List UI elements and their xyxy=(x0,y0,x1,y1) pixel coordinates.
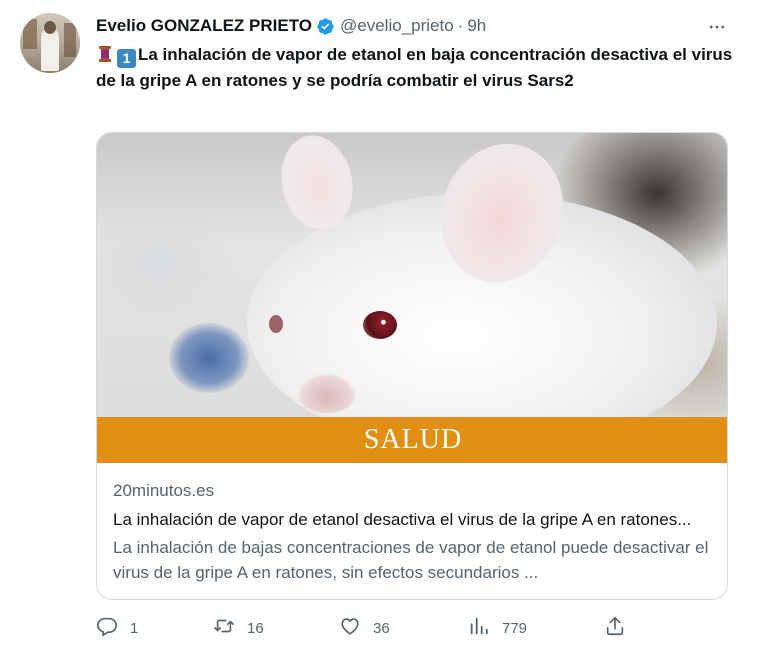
views-chart-icon xyxy=(468,615,490,641)
retweet-button[interactable]: 16 xyxy=(213,614,264,642)
retweet-icon xyxy=(213,615,235,641)
card-banner: SALUD xyxy=(97,417,727,463)
tweet-header: Evelio GONZALEZ PRIETO @evelio_prieto · … xyxy=(96,14,486,38)
photo-mouse-nose xyxy=(297,373,357,413)
link-card[interactable]: SALUD 20minutos.es La inhalación de vapo… xyxy=(96,132,728,600)
views-count: 779 xyxy=(502,619,528,637)
views-button[interactable]: 779 xyxy=(468,614,527,642)
photo-mouse-eye xyxy=(363,311,397,339)
avatar[interactable] xyxy=(20,13,80,73)
tweet-body: La inhalación de vapor de etanol en baja… xyxy=(96,45,733,90)
reply-count: 1 xyxy=(130,619,139,637)
share-icon xyxy=(604,615,626,641)
thread-emoji-icon xyxy=(96,45,114,63)
avatar-background-right xyxy=(64,23,76,57)
heart-icon xyxy=(339,615,361,641)
card-photo xyxy=(97,133,727,453)
like-button[interactable]: 36 xyxy=(339,614,390,642)
separator-dot: · xyxy=(457,16,464,35)
card-description: La inhalación de bajas concentraciones d… xyxy=(113,538,709,582)
tweet: Evelio GONZALEZ PRIETO @evelio_prieto · … xyxy=(0,0,768,660)
photo-blue-object xyxy=(169,323,249,393)
avatar-figure xyxy=(41,31,59,71)
display-name[interactable]: Evelio GONZALEZ PRIETO xyxy=(96,16,312,36)
handle[interactable]: @evelio_prieto xyxy=(340,16,454,36)
retweet-count: 16 xyxy=(247,619,264,637)
photo-mouse-eye-far xyxy=(269,315,283,333)
more-options-icon[interactable] xyxy=(705,15,729,39)
card-info[interactable]: 20minutos.es La inhalación de vapor de e… xyxy=(113,479,717,585)
card-image[interactable]: SALUD xyxy=(97,133,727,463)
verified-badge-icon xyxy=(316,17,335,36)
reply-icon xyxy=(96,615,118,641)
share-button[interactable] xyxy=(604,614,626,642)
banner-label: SALUD xyxy=(363,424,463,455)
avatar-head xyxy=(44,21,56,34)
card-domain: 20minutos.es xyxy=(113,481,215,500)
timestamp[interactable]: 9h xyxy=(467,16,486,36)
card-title: La inhalación de vapor de etanol desacti… xyxy=(113,510,692,529)
keycap-one-emoji-icon: 1 xyxy=(117,49,136,68)
action-bar: 1 16 36 779 xyxy=(96,614,636,642)
reply-button[interactable]: 1 xyxy=(96,614,138,642)
like-count: 36 xyxy=(373,619,390,637)
avatar-background xyxy=(23,19,37,49)
tweet-text: 1 La inhalación de vapor de etanol en baj… xyxy=(96,42,736,93)
